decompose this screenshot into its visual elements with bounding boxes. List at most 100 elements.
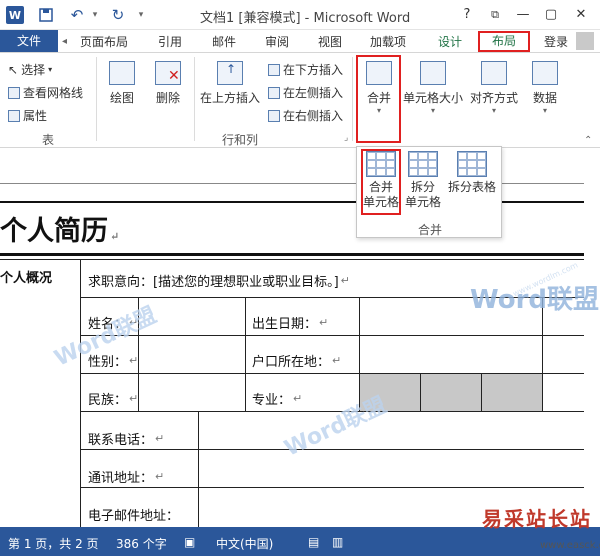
table-border bbox=[198, 411, 199, 527]
undo-icon[interactable]: ↶ bbox=[66, 6, 88, 24]
close-button[interactable]: ✕ bbox=[570, 5, 592, 25]
split-table-button[interactable]: 拆分表格 bbox=[445, 151, 499, 195]
view-gridlines-button[interactable]: 查看网格线 bbox=[8, 84, 83, 101]
cursor-icon: ↖ bbox=[8, 62, 19, 77]
page-count[interactable]: 第 1 页，共 2 页 bbox=[8, 535, 99, 552]
minimize-button[interactable]: — bbox=[512, 5, 534, 25]
tab-file[interactable]: 文件 bbox=[0, 30, 58, 52]
email-label[interactable]: 电子邮件地址： bbox=[88, 505, 179, 524]
merge-dropdown: 合并 单元格 拆分 单元格 拆分表格 合并 bbox=[356, 146, 502, 238]
language-status[interactable]: 中文(中国) bbox=[216, 535, 273, 552]
collapse-ribbon-icon[interactable]: ⌃ bbox=[584, 135, 592, 146]
ribbon-tabs: 文件 ◂ 页面布局 引用 邮件 审阅 视图 加载项 设计 布局 登录 bbox=[0, 30, 600, 52]
customize-toolbar-icon[interactable]: ▾ bbox=[134, 6, 148, 24]
ethnicity-label[interactable]: 民族： ↵ bbox=[88, 389, 138, 408]
ribbon: ↖ 选择 ▾ 查看网格线 属性 表 绘图 ✕ 删除 ↑ 在上方插入 在下方插入 … bbox=[0, 52, 600, 148]
alignment-button[interactable]: 对齐方式 ▾ bbox=[468, 61, 520, 115]
selected-cells[interactable] bbox=[360, 374, 542, 411]
insert-above-icon: ↑ bbox=[217, 61, 243, 85]
table-border bbox=[80, 297, 584, 298]
split-table-icon bbox=[457, 151, 487, 177]
dialog-launcher-icon[interactable]: ⌟ bbox=[344, 133, 348, 143]
table-border bbox=[420, 373, 421, 411]
table-border bbox=[542, 373, 543, 411]
word-app-icon[interactable]: W bbox=[6, 6, 24, 24]
redo-icon[interactable]: ↻ bbox=[108, 6, 128, 24]
tab-view[interactable]: 视图 bbox=[318, 33, 342, 51]
separator bbox=[96, 57, 97, 141]
data-dropdown-icon: ▾ bbox=[542, 106, 547, 115]
select-dropdown-icon: ▾ bbox=[48, 65, 53, 74]
insert-below-button[interactable]: 在下方插入 bbox=[268, 61, 343, 78]
properties-button[interactable]: 属性 bbox=[8, 107, 47, 124]
tab-page-layout[interactable]: 页面布局 bbox=[80, 33, 128, 51]
birth-label[interactable]: 出生日期： ↵ bbox=[252, 313, 328, 332]
gender-label[interactable]: 性别： ↵ bbox=[88, 351, 138, 370]
title-rule-bottom bbox=[0, 253, 584, 256]
data-icon bbox=[532, 61, 558, 85]
select-button[interactable]: ↖ 选择 ▾ bbox=[8, 61, 52, 78]
insert-below-icon bbox=[268, 63, 280, 76]
word-count[interactable]: 386 个字 bbox=[116, 535, 167, 552]
name-label[interactable]: 姓名： ↵ bbox=[88, 313, 138, 332]
cell-size-dropdown-icon: ▾ bbox=[430, 106, 435, 115]
user-avatar-icon[interactable] bbox=[576, 32, 594, 50]
tab-addins[interactable]: 加载项 bbox=[370, 33, 406, 51]
insert-left-button[interactable]: 在左侧插入 bbox=[268, 84, 343, 101]
cell-size-button[interactable]: 单元格大小 ▾ bbox=[402, 61, 464, 115]
dropdown-group-label: 合并 bbox=[417, 223, 442, 237]
insert-left-icon bbox=[268, 86, 280, 99]
restore-button[interactable]: ▢ bbox=[540, 5, 562, 25]
resume-title[interactable]: 个人简历 ↵ bbox=[0, 209, 119, 248]
watermark: Word联盟 bbox=[58, 149, 171, 153]
table-border bbox=[0, 259, 584, 260]
login-link[interactable]: 登录 bbox=[544, 33, 568, 51]
site-watermark-url: www.easck.com bbox=[540, 540, 600, 551]
properties-icon bbox=[8, 109, 20, 122]
window-title: 文档1 [兼容模式] - Microsoft Word bbox=[200, 11, 411, 26]
split-cells-icon bbox=[408, 151, 438, 177]
undo-dropdown-icon[interactable]: ▾ bbox=[90, 6, 100, 24]
ribbon-display-options-icon[interactable]: ⧉ bbox=[484, 5, 506, 25]
table-border bbox=[80, 449, 584, 450]
insert-right-button[interactable]: 在右侧插入 bbox=[268, 107, 343, 124]
data-button[interactable]: 数据 ▾ bbox=[526, 61, 564, 115]
major-label[interactable]: 专业： ↵ bbox=[252, 389, 302, 408]
help-button[interactable]: ? bbox=[456, 5, 478, 25]
split-cells-button[interactable]: 拆分 单元格 bbox=[405, 151, 441, 210]
separator bbox=[352, 57, 353, 141]
table-border bbox=[542, 297, 543, 373]
cell-size-icon bbox=[420, 61, 446, 85]
read-mode-icon[interactable]: ▤ bbox=[308, 535, 319, 549]
section-label[interactable]: 个人概况 bbox=[0, 267, 52, 286]
delete-table-icon: ✕ bbox=[155, 61, 181, 85]
tab-review[interactable]: 审阅 bbox=[265, 33, 289, 51]
draw-button[interactable]: 绘图 bbox=[104, 61, 140, 106]
tab-layout[interactable]: 布局 bbox=[478, 31, 530, 52]
tab-scroll-left-icon[interactable]: ◂ bbox=[62, 33, 67, 51]
delete-button[interactable]: ✕ 删除 bbox=[150, 61, 186, 106]
phone-label[interactable]: 联系电话： ↵ bbox=[88, 429, 164, 448]
print-layout-icon[interactable]: ▥ bbox=[332, 535, 343, 549]
address-label[interactable]: 通讯地址： ↵ bbox=[88, 467, 164, 486]
merge-cells-highlight bbox=[361, 149, 401, 215]
objective-cell[interactable]: 求职意向：[描述您的理想职业或职业目标。] ↵ bbox=[88, 271, 350, 290]
alignment-dropdown-icon: ▾ bbox=[491, 106, 496, 115]
insert-above-button[interactable]: ↑ 在上方插入 bbox=[198, 61, 262, 106]
tab-mailings[interactable]: 邮件 bbox=[212, 33, 236, 51]
gridlines-icon bbox=[8, 86, 20, 99]
site-watermark-brand: 易采站长站 bbox=[482, 507, 592, 531]
watermark-url: www.wordlm.com bbox=[511, 260, 580, 299]
save-icon[interactable] bbox=[36, 6, 56, 24]
hukou-label[interactable]: 户口所在地： ↵ bbox=[252, 351, 341, 370]
title-bar: W ↶ ▾ ↻ ▾ 文档1 [兼容模式] - Microsoft Word ? … bbox=[0, 0, 600, 30]
separator bbox=[194, 57, 195, 141]
table-border bbox=[80, 411, 584, 412]
group-label-table: 表 bbox=[42, 133, 55, 147]
document-area: 个人简历 ↵ 个人概况 求职意向：[描述您的理想职业或职业目标。] ↵ 姓名： ↵ 出… bbox=[0, 149, 600, 527]
tab-references[interactable]: 引用 bbox=[158, 33, 182, 51]
insert-right-icon bbox=[268, 109, 280, 122]
group-label-rows-columns: 行和列 bbox=[222, 133, 259, 147]
tab-design[interactable]: 设计 bbox=[438, 33, 462, 51]
proofing-icon[interactable]: ▣ bbox=[184, 535, 195, 549]
